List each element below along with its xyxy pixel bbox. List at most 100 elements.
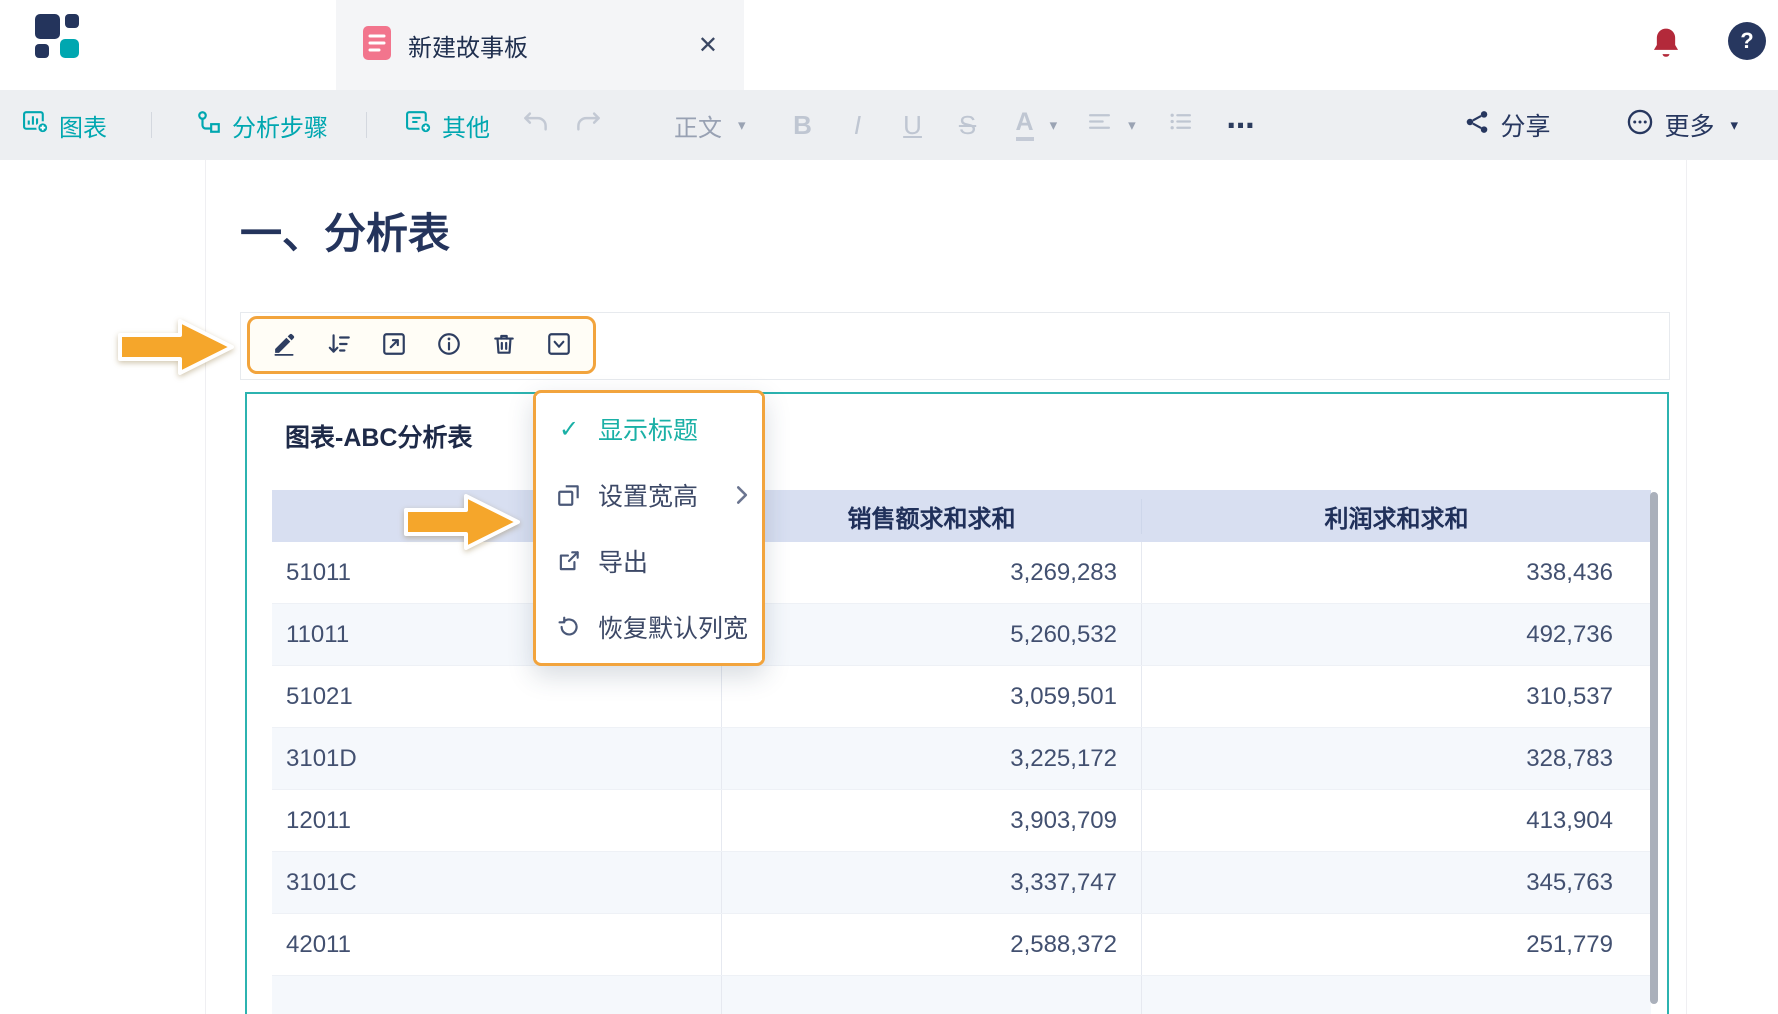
bold-button[interactable]: B (786, 110, 820, 141)
sort-icon (326, 331, 352, 360)
table-body: 51011 3,269,283 338,436 11011 5,260,532 … (272, 542, 1651, 1014)
table-cell (1142, 976, 1651, 1014)
sort-button[interactable] (326, 331, 352, 360)
share-icon (1464, 109, 1490, 142)
editor-toolbar: 图表 分析步骤 其他 正文 ▾ B I U S A ▾ ▾ ⋯ 分享 更多 ▾ (0, 90, 1778, 160)
table-cell (272, 976, 722, 1014)
table-cell: 345,763 (1526, 868, 1613, 896)
menu-item-label: 显示标题 (598, 417, 699, 445)
page-right-edge (1686, 160, 1687, 1014)
toolbar-overflow-button[interactable]: ⋯ (1227, 109, 1257, 142)
redo-icon (575, 110, 602, 140)
undo-icon (522, 110, 549, 140)
share-label: 分享 (1500, 113, 1551, 141)
insert-other-label: 其他 (442, 114, 490, 142)
insert-chart-button[interactable]: 图表 (22, 108, 107, 143)
analysis-steps-icon (196, 109, 222, 142)
tab-close-button[interactable]: ✕ (698, 31, 718, 60)
widget-toolbar-group (247, 316, 596, 374)
table-header-cell[interactable]: 销售额求和求和 (722, 498, 1142, 534)
chevron-down-icon: ▾ (1049, 117, 1058, 134)
insert-other-button[interactable]: 其他 (405, 108, 490, 143)
callout-arrow-toolbar (118, 319, 234, 375)
export-icon (556, 548, 582, 574)
redo-button[interactable] (575, 110, 602, 140)
menu-item-label: 设置宽高 (598, 483, 699, 511)
table-cell: 12011 (272, 790, 722, 851)
underline-button[interactable]: U (896, 110, 930, 141)
text-align-button[interactable]: ▾ (1087, 109, 1136, 141)
widget-title: 图表-ABC分析表 (285, 424, 473, 452)
table-row[interactable]: 12011 3,903,709 413,904 (272, 790, 1651, 852)
delete-widget-button[interactable] (491, 331, 517, 360)
widget-options-dropdown-button[interactable] (546, 331, 572, 360)
table-cell: 3,269,283 (722, 542, 1142, 603)
align-icon (1087, 109, 1112, 141)
font-color-glyph: A (1015, 109, 1034, 141)
other-widget-icon (405, 108, 433, 142)
table-row[interactable]: 3101D 3,225,172 328,783 (272, 728, 1651, 790)
notifications-bell-icon[interactable] (1650, 26, 1682, 65)
italic-button[interactable]: I (841, 110, 875, 141)
chart-widget[interactable]: 图表-ABC分析表 销售额求和求和 利润求和求和 51011 3,269,283… (245, 392, 1669, 1014)
menu-item-export[interactable]: 导出 (536, 528, 762, 594)
toolbar-separator (366, 112, 367, 138)
table-cell: 3101C (272, 852, 722, 913)
bullet-list-icon (1168, 109, 1193, 141)
widget-toolbar (240, 312, 1670, 380)
tab-title: 新建故事板 (408, 34, 528, 62)
menu-item-reset-column-width[interactable]: 恢复默认列宽 (536, 594, 762, 660)
paragraph-style-dropdown[interactable]: 正文 ▾ (674, 108, 746, 143)
font-color-button[interactable]: A ▾ (1015, 109, 1058, 141)
expand-button[interactable] (381, 331, 407, 360)
strikethrough-button[interactable]: S (951, 110, 985, 141)
table-cell: 3,337,747 (722, 852, 1142, 913)
table-cell: 310,537 (1526, 682, 1613, 710)
list-button[interactable] (1168, 109, 1193, 141)
check-icon: ✓ (558, 415, 580, 443)
menu-item-show-title[interactable]: ✓ 显示标题 (536, 396, 762, 462)
table-scrollbar[interactable] (1650, 492, 1658, 1004)
chevron-down-icon: ▾ (1128, 117, 1136, 134)
undo-button[interactable] (522, 110, 549, 140)
table-cell: 413,904 (1526, 806, 1613, 834)
more-label: 更多 (1664, 113, 1715, 141)
table-cell: 3101D (272, 728, 722, 789)
more-circle-icon (1626, 108, 1654, 143)
table-cell: 2,588,372 (722, 914, 1142, 975)
info-button[interactable] (436, 331, 462, 360)
table-row[interactable]: 51021 3,059,501 310,537 (272, 666, 1651, 728)
widget-context-menu: ✓ 显示标题 设置宽高 导出 恢复默认列宽 (533, 390, 765, 666)
table-row[interactable]: 11011 5,260,532 492,736 (272, 604, 1651, 666)
table-cell: 42011 (272, 914, 722, 975)
table-cell: 3,225,172 (722, 728, 1142, 789)
storyboard-doc-icon (362, 25, 392, 66)
info-icon (436, 331, 462, 360)
callout-arrow-menu (404, 494, 520, 550)
resize-icon (556, 482, 582, 508)
table-row[interactable]: 3101C 3,337,747 345,763 (272, 852, 1651, 914)
analysis-table: 销售额求和求和 利润求和求和 51011 3,269,283 338,436 1… (272, 490, 1651, 1014)
share-button[interactable]: 分享 (1464, 107, 1550, 143)
menu-item-set-size[interactable]: 设置宽高 (536, 462, 762, 528)
expand-icon (381, 331, 407, 360)
edit-widget-button[interactable] (271, 331, 297, 360)
more-menu-button[interactable]: 更多 ▾ (1626, 107, 1738, 143)
insert-chart-label: 图表 (59, 114, 107, 142)
edit-pencil-icon (271, 331, 297, 360)
help-icon[interactable]: ? (1728, 22, 1766, 60)
app-logo-icon[interactable] (34, 13, 80, 59)
table-cell: 5,260,532 (722, 604, 1142, 665)
analysis-steps-button[interactable]: 分析步骤 (196, 108, 328, 143)
storyboard-tab[interactable]: 新建故事板 ✕ (336, 0, 744, 90)
section-heading[interactable]: 一、分析表 (240, 200, 450, 261)
table-row[interactable] (272, 976, 1651, 1014)
help-glyph: ? (1740, 28, 1754, 53)
table-header-cell[interactable]: 利润求和求和 (1142, 499, 1651, 534)
page-left-edge (205, 160, 206, 1014)
chevron-down-icon: ▾ (1730, 117, 1738, 134)
table-cell: 51021 (272, 666, 722, 727)
table-row[interactable]: 42011 2,588,372 251,779 (272, 914, 1651, 976)
table-cell: 338,436 (1526, 558, 1613, 586)
toolbar-separator (151, 112, 152, 138)
